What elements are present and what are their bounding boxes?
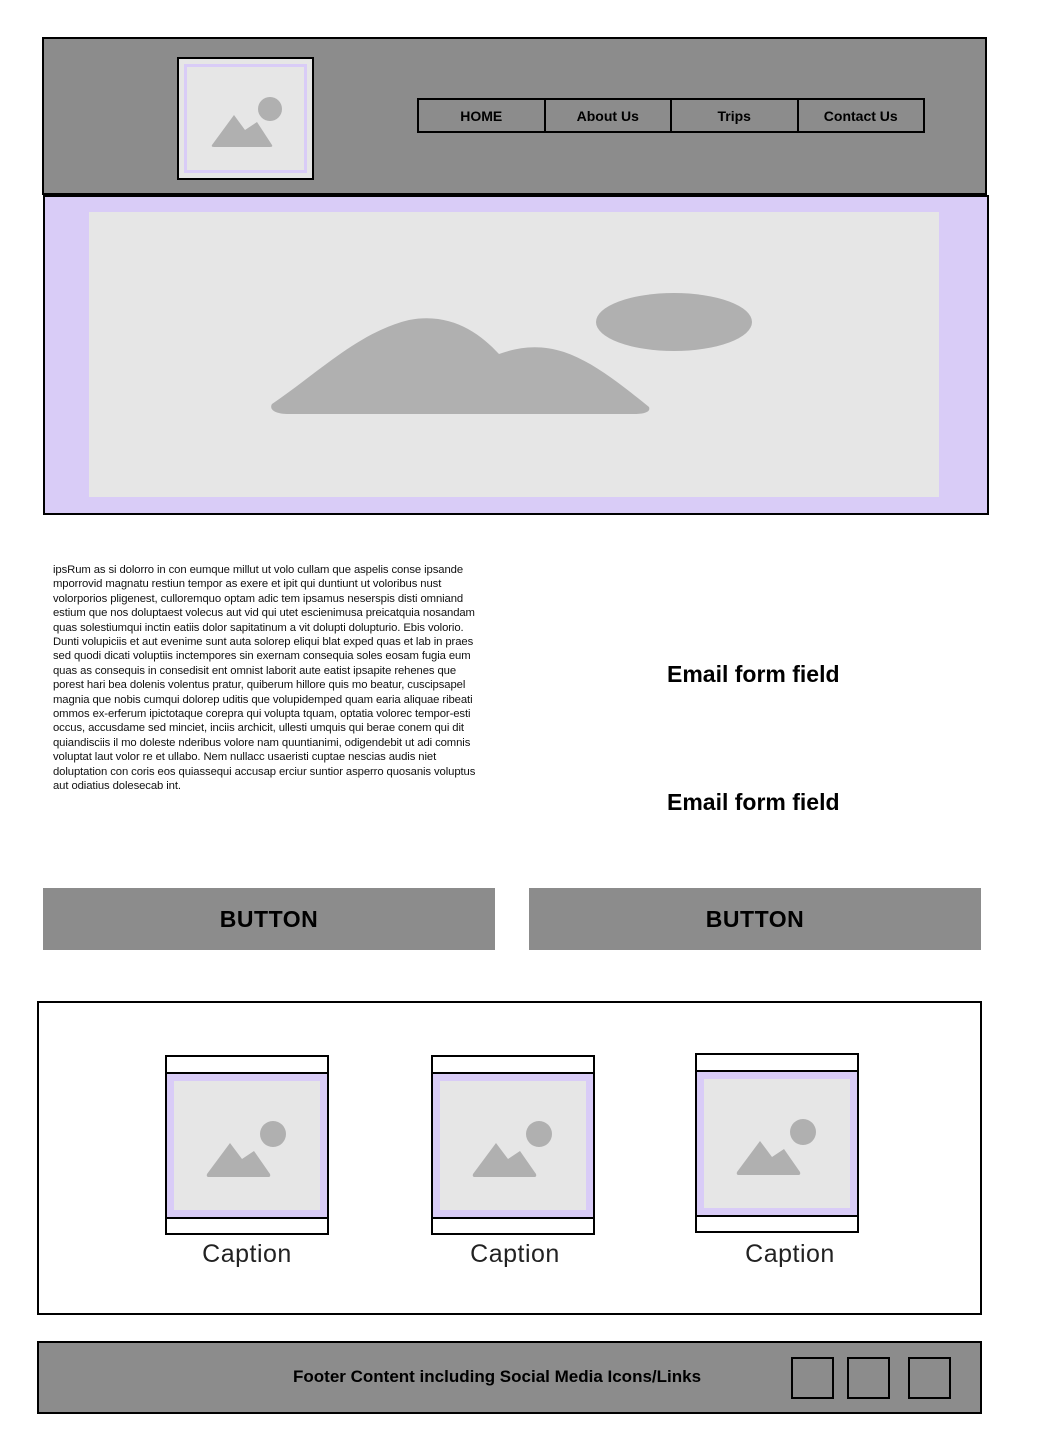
gallery-caption: Caption xyxy=(745,1240,835,1268)
gallery-thumbnail[interactable] xyxy=(165,1055,329,1235)
nav-home[interactable]: HOME xyxy=(417,98,546,133)
logo[interactable] xyxy=(177,57,314,180)
footer-text: Footer Content including Social Media Ic… xyxy=(293,1367,702,1386)
hero-banner xyxy=(43,195,989,515)
gallery-caption: Caption xyxy=(202,1240,292,1268)
nav-trips[interactable]: Trips xyxy=(670,98,799,133)
image-placeholder-icon xyxy=(271,293,752,414)
thumbnail-image xyxy=(167,1072,327,1219)
nav-about-us[interactable]: About Us xyxy=(543,98,672,133)
thumbnail-image-inner xyxy=(704,1079,850,1208)
body-paragraph: ipsRum as si dolorro in con eumque millu… xyxy=(53,564,476,793)
image-placeholder-icon xyxy=(206,1121,286,1177)
thumbnail-image-inner xyxy=(440,1081,586,1210)
thumbnail-image xyxy=(697,1070,857,1217)
nav-contact-us[interactable]: Contact Us xyxy=(796,98,925,133)
gallery-thumbnail[interactable] xyxy=(431,1055,595,1235)
social-icon[interactable] xyxy=(791,1357,834,1399)
image-placeholder-icon xyxy=(211,97,282,147)
thumbnail-image-inner xyxy=(174,1081,320,1210)
gallery-caption: Caption xyxy=(470,1240,560,1268)
thumbnail-image xyxy=(433,1072,593,1219)
email-form-field[interactable]: Email form field xyxy=(667,661,840,688)
social-icon[interactable] xyxy=(847,1357,890,1399)
image-placeholder-icon xyxy=(472,1121,552,1177)
hero-image xyxy=(89,212,939,497)
site-footer: Footer Content including Social Media Ic… xyxy=(37,1341,982,1414)
secondary-button[interactable]: BUTTON xyxy=(529,888,981,950)
gallery-thumbnail[interactable] xyxy=(695,1053,859,1233)
logo-image xyxy=(184,64,307,173)
social-icon[interactable] xyxy=(908,1357,951,1399)
image-placeholder-icon xyxy=(736,1119,816,1175)
main-nav: HOME About Us Trips Contact Us xyxy=(417,98,925,133)
primary-button[interactable]: BUTTON xyxy=(43,888,495,950)
email-form-field[interactable]: Email form field xyxy=(667,789,840,816)
